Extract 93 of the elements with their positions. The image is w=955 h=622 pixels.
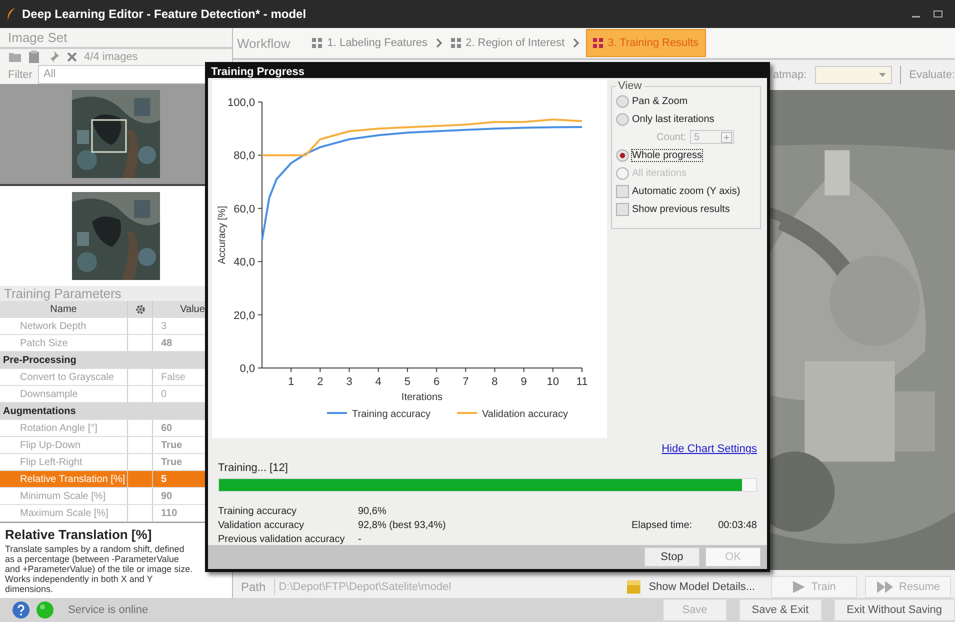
stat-value: 90,6%	[358, 506, 388, 518]
checkbox-option[interactable]: Show previous results	[616, 202, 754, 216]
legend-swatch	[457, 412, 477, 414]
path-label: Path	[241, 580, 266, 594]
y-tick-label: 40,0	[234, 257, 255, 269]
evaluate-label: Evaluate:	[909, 69, 955, 81]
x-tick-label: 6	[433, 376, 440, 388]
x-tick-label: 2	[317, 376, 324, 388]
x-tick-label: 8	[492, 376, 498, 388]
delete-icon[interactable]	[66, 50, 78, 63]
parameter-name[interactable]: Network Depth	[0, 318, 128, 334]
radio-option[interactable]: Whole progress	[616, 148, 754, 162]
view-group-title: View	[617, 80, 643, 92]
help-text: Translate samples by a random shift, defined as a percentage (between -ParameterValue and +ParameterValue) of the tile or image size. Works independently in both X and Y dimensions.	[5, 544, 194, 594]
parameter-name[interactable]: Relative Translation [%]	[0, 471, 128, 487]
x-tick-label: 1	[288, 376, 294, 388]
x-tick-label: 11	[576, 376, 588, 388]
radio-icon	[616, 148, 629, 162]
workflow-step[interactable]: 3. Training Results	[586, 29, 706, 57]
fast-forward-icon	[876, 581, 894, 593]
chevron-icon	[436, 38, 443, 48]
clipboard-icon[interactable]	[28, 50, 40, 64]
chevron-icon	[572, 38, 580, 48]
stat-value: -	[358, 534, 362, 546]
checkbox-option[interactable]: Automatic zoom (Y axis)	[616, 184, 754, 198]
status-button[interactable]: Exit Without Saving	[834, 599, 955, 621]
radio-option[interactable]: Pan & Zoom	[616, 94, 754, 108]
parameter-name[interactable]: Convert to Grayscale	[0, 369, 128, 385]
count-label: Count:	[656, 132, 686, 143]
leaf-logo-icon	[6, 7, 16, 21]
elapsed-label: Elapsed time:	[631, 520, 692, 532]
checkbox-icon	[616, 184, 629, 198]
heatmap-label: atmap:	[773, 69, 807, 81]
folder-icon[interactable]	[8, 50, 22, 63]
status-text: Service is online	[68, 604, 148, 616]
stat-label: Previous validation accuracy	[218, 534, 346, 546]
grid-icon	[450, 38, 461, 48]
y-tick-label: 60,0	[234, 204, 255, 216]
stat-label: Validation accuracy	[218, 520, 305, 532]
radio-icon	[616, 166, 629, 180]
parameter-name[interactable]: Flip Up-Down	[0, 437, 128, 453]
parameter-name[interactable]: Rotation Angle [°]	[0, 420, 128, 436]
x-tick-label: 7	[462, 376, 469, 388]
x-tick-label: 4	[375, 376, 382, 388]
y-axis-label: Accuracy [%]	[217, 206, 228, 265]
parameter-name[interactable]: Downsample	[0, 386, 128, 402]
help-icon[interactable]	[12, 601, 30, 619]
dialog-button[interactable]: Stop	[644, 547, 700, 568]
legend-label: Validation accuracy	[482, 409, 568, 420]
y-tick-label: 0,0	[240, 363, 255, 376]
play-icon	[792, 581, 806, 593]
plus-icon	[721, 132, 732, 143]
workflow-label: Workflow	[237, 36, 290, 50]
workflow-step[interactable]: 2. Region of Interest	[448, 30, 567, 56]
column-header[interactable]: Name	[0, 301, 128, 317]
legend-label: Training accuracy	[352, 409, 431, 420]
y-tick-label: 80,0	[234, 150, 255, 163]
x-tick-label: 9	[520, 376, 527, 388]
radio-icon	[616, 112, 629, 126]
path-field[interactable]: D:\Depot\FTP\Depot\Satelite\model	[274, 579, 620, 595]
grid-icon	[592, 38, 603, 48]
filter-label: Filter	[8, 68, 32, 80]
workflow-step[interactable]: 1. Labeling Features	[310, 30, 430, 56]
stat-label: Training accuracy	[218, 506, 298, 518]
y-tick-label: 100,0	[227, 97, 255, 110]
training-parameters-heading: Training Parameters	[4, 286, 122, 301]
parameter-name[interactable]: Patch Size	[0, 335, 128, 351]
progress-label: Training... [12]	[218, 462, 289, 474]
radio-icon	[616, 94, 629, 108]
caret-icon	[879, 72, 886, 78]
image-set-heading: Image Set	[8, 30, 68, 45]
x-axis-label: Iterations	[401, 392, 443, 404]
status-button[interactable]: Save & Exit	[738, 599, 822, 621]
y-tick-label: 20,0	[234, 310, 255, 322]
hide-chart-settings-link[interactable]: Hide Chart Settings	[662, 443, 757, 456]
x-tick-label: 3	[346, 376, 352, 388]
radio-option[interactable]: Only last iterations	[616, 112, 754, 126]
maximize-icon[interactable]	[933, 9, 943, 19]
image-count: 4/4 images	[84, 50, 138, 63]
gear-icon[interactable]	[134, 304, 146, 314]
parameter-name[interactable]: Maximum Scale [%]	[0, 505, 128, 521]
parameter-name[interactable]: Flip Left-Right	[0, 454, 128, 470]
help-title: Relative Translation [%]	[5, 527, 153, 542]
window-title: Deep Learning Editor - Feature Detection* - model	[22, 7, 306, 21]
parameter-name[interactable]: Minimum Scale [%]	[0, 488, 128, 504]
legend-swatch	[327, 412, 347, 414]
elapsed-time: 00:03:48	[718, 520, 757, 532]
stat-value: 92,8% (best 93,4%)	[358, 520, 446, 532]
x-tick-label: 10	[546, 376, 560, 388]
checkbox-icon	[616, 202, 629, 216]
grid-icon	[312, 38, 322, 48]
show-model-details-link[interactable]: Show Model Details...	[648, 581, 756, 593]
x-tick-label: 5	[404, 376, 411, 388]
